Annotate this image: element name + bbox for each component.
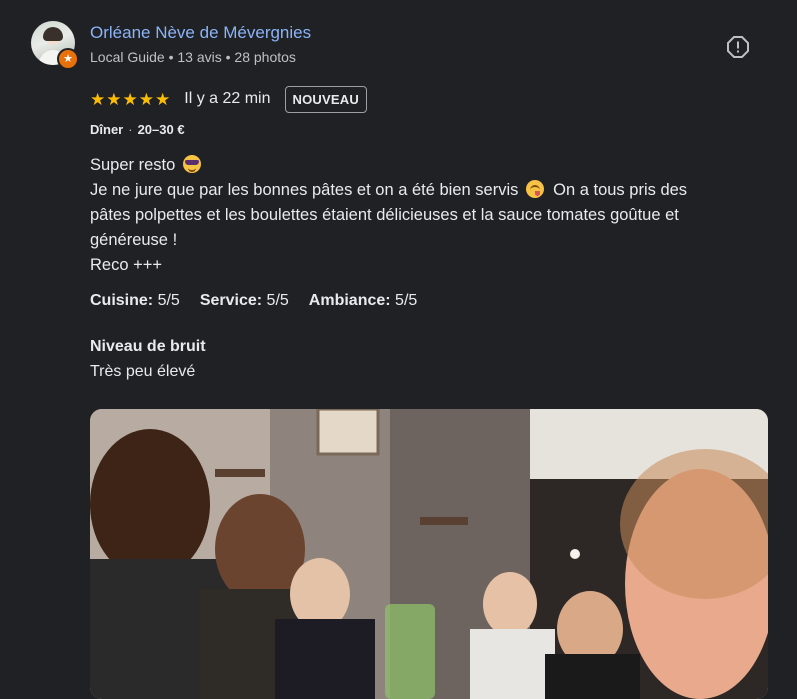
noise-level-value: Très peu élevé: [90, 363, 196, 380]
review-card: ★ Orléane Nève de Mévergnies Local Guide…: [0, 0, 797, 699]
star-rating: ★ ★ ★ ★ ★: [90, 91, 170, 108]
star-icon: ★: [122, 89, 138, 109]
meal-type: Dîner: [90, 122, 124, 137]
rating-row: ★ ★ ★ ★ ★ Il y a 22 min NOUVEAU: [90, 85, 367, 113]
sub-rating-service: Service: 5/5: [199, 292, 289, 309]
review-line: Reco +++: [90, 256, 163, 274]
local-guide-star-icon: ★: [57, 48, 79, 70]
review-photo[interactable]: [90, 409, 768, 699]
sub-rating-ambiance: Ambiance: 5/5: [308, 292, 418, 309]
meal-separator: ·: [128, 122, 133, 137]
yum-emoji-icon: [525, 180, 544, 198]
review-line: généreuse !: [90, 231, 178, 249]
author-name-link[interactable]: Orléane Nève de Mévergnies: [90, 23, 311, 43]
new-badge: NOUVEAU: [284, 85, 367, 113]
star-icon: ★: [138, 89, 154, 109]
star-icon: ★: [90, 89, 106, 109]
group-selfie-photo: [90, 409, 768, 699]
meal-price: 20–30 €: [137, 122, 185, 137]
review-time: Il y a 22 min: [184, 90, 271, 107]
star-icon: ★: [106, 89, 122, 109]
author-avatar[interactable]: ★: [31, 21, 79, 70]
sunglasses-emoji-icon: [182, 155, 201, 173]
star-icon: ★: [155, 89, 171, 109]
report-icon: [727, 36, 749, 58]
sub-ratings: Cuisine: 5/5 Service: 5/5 Ambiance: 5/5: [90, 292, 417, 310]
meal-info: Dîner · 20–30 €: [90, 122, 185, 137]
author-meta: Local Guide • 13 avis • 28 photos: [90, 49, 296, 65]
review-text: Super resto Je ne jure que par les bonne…: [90, 153, 760, 278]
review-line: pâtes polpettes et les boulettes étaient…: [90, 206, 679, 224]
review-line: Super resto: [90, 153, 760, 178]
report-button[interactable]: [725, 34, 751, 60]
sub-rating-cuisine: Cuisine: 5/5: [90, 292, 180, 309]
noise-level-title: Niveau de bruit: [90, 338, 206, 355]
review-line: Je ne jure que par les bonnes pâtes et o…: [90, 180, 688, 199]
